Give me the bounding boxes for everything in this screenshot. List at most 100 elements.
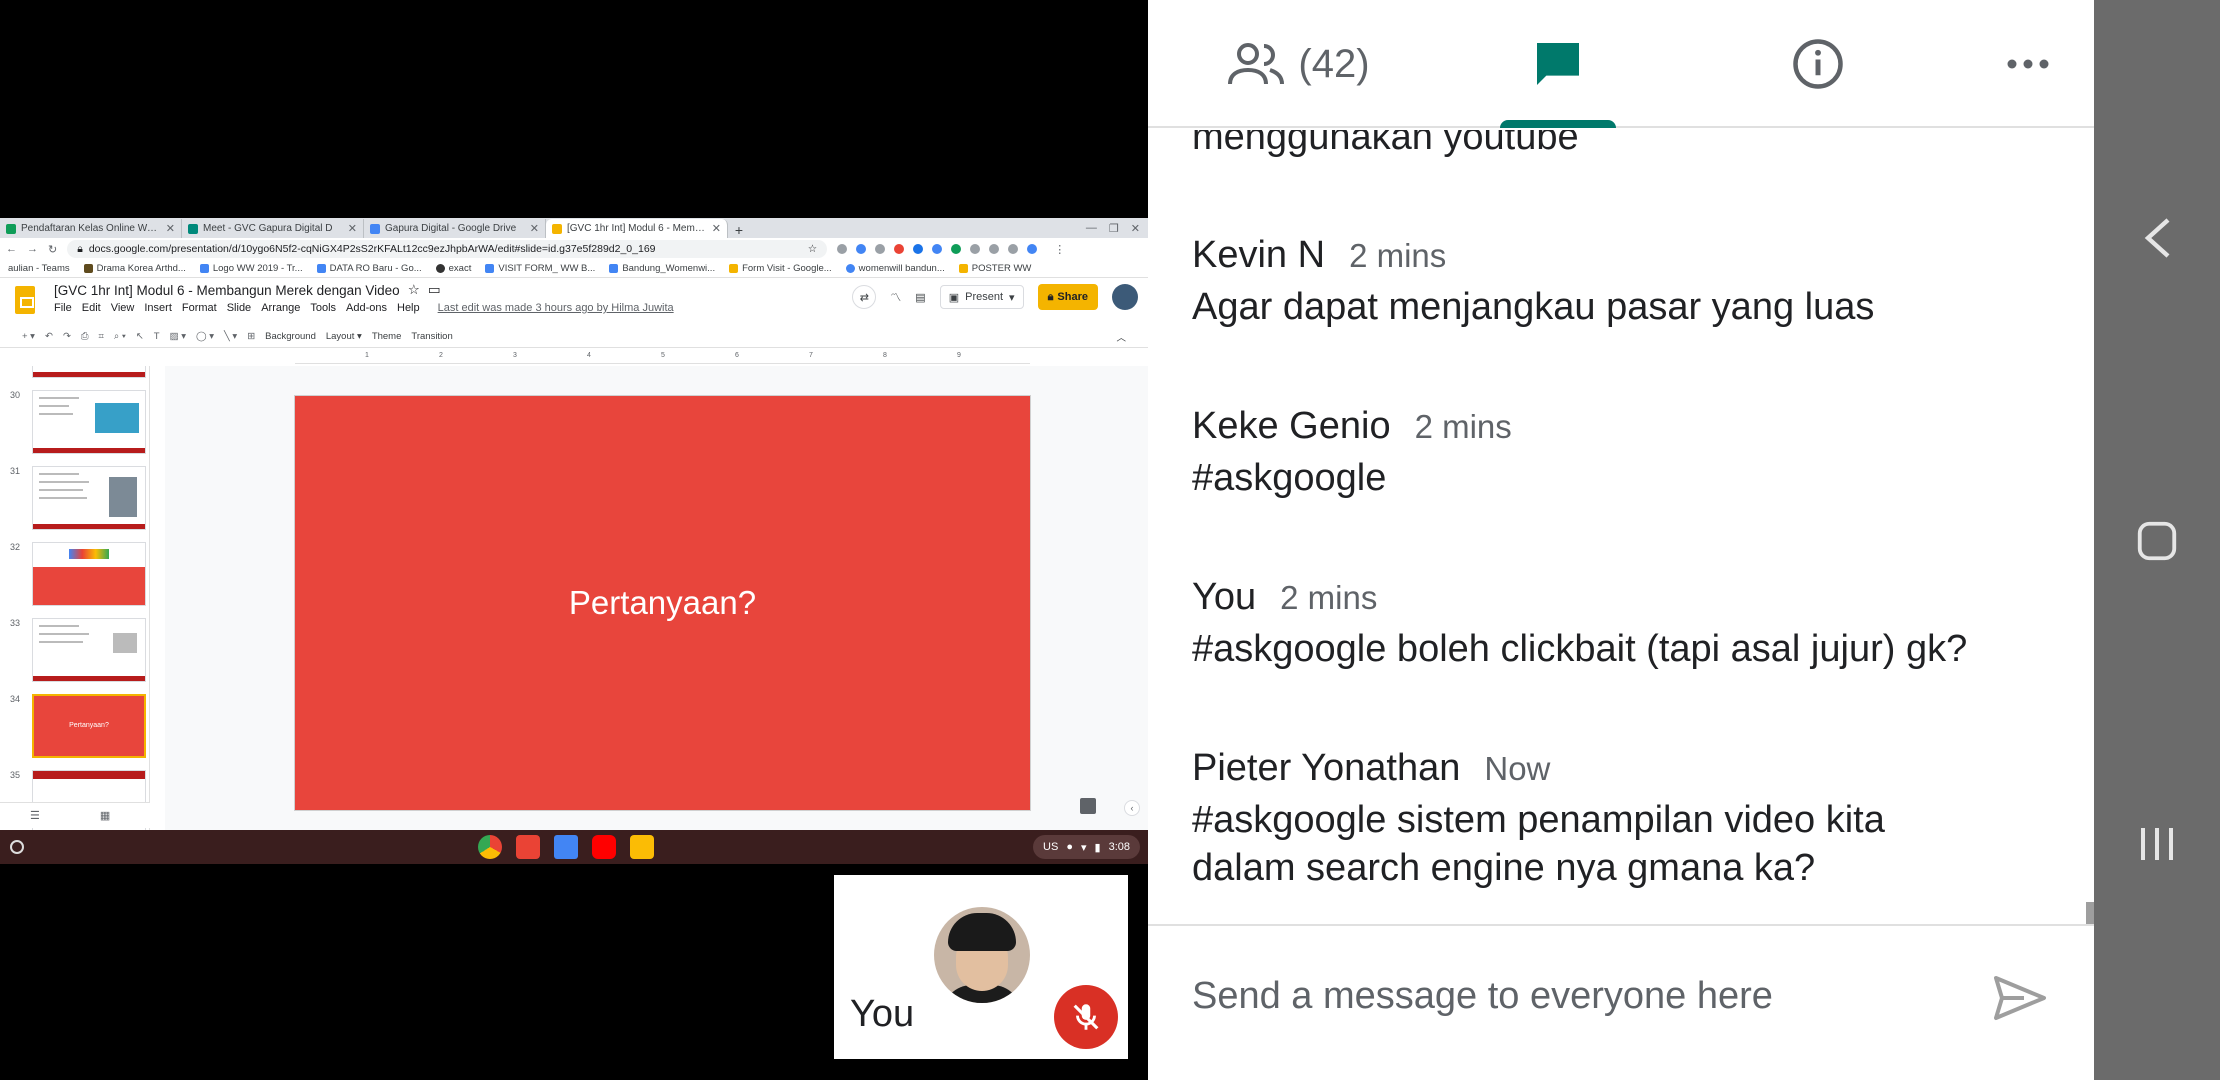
theme-button[interactable]: Theme [372,331,402,342]
slides-logo-icon[interactable] [15,286,35,314]
slide-thumbnail-row[interactable]: 30 [0,390,149,458]
share-button[interactable]: 🔒︎ Share [1037,284,1098,310]
menu-format[interactable]: Format [182,302,217,314]
keep-icon[interactable] [630,835,654,859]
select-icon[interactable]: ↖ [136,331,144,342]
redo-icon[interactable]: ↷ [63,331,71,342]
slide-thumbnail[interactable] [32,390,146,454]
gmail-icon[interactable] [516,835,540,859]
forward-icon[interactable]: → [27,243,38,255]
bookmark[interactable]: VISIT FORM_ WW B... [485,263,595,274]
comment-icon[interactable]: ▤ [915,291,925,304]
tab-people[interactable]: (42) [1208,0,1388,128]
chrome-icon[interactable] [478,835,502,859]
google-icon[interactable] [856,244,867,254]
menu-file[interactable]: File [54,302,72,314]
launcher-icon[interactable] [10,840,24,854]
bookmark[interactable]: aulian - Teams [8,263,70,274]
slide-thumbnail-row[interactable] [0,366,149,382]
textbox-icon[interactable]: T [154,331,160,342]
explore-icon[interactable] [1080,798,1096,814]
slide-thumbnail[interactable] [32,466,146,530]
message-input[interactable] [1192,966,1952,1026]
star-icon[interactable]: ☆ [808,243,817,255]
bookmark[interactable]: Logo WW 2019 - Tr... [199,263,303,274]
image-icon[interactable]: ▨ ▾ [170,331,186,342]
menu-addons[interactable]: Add-ons [346,302,387,314]
account-avatar[interactable] [1112,284,1138,310]
line-icon[interactable]: ╲ ▾ [224,331,237,342]
print-icon[interactable]: ⎙ [81,331,89,342]
browser-tab-active[interactable]: [GVC 1hr Int] Modul 6 - Memban ✕ [546,219,728,238]
bookmark[interactable]: womenwill bandun... [845,263,945,274]
omnibox[interactable]: 🔒︎ docs.google.com/presentation/d/10ygo6… [67,240,828,258]
new-tab-button[interactable]: + [728,222,750,238]
extension-icon[interactable] [932,244,943,254]
extension-icon[interactable] [837,244,848,254]
bookmark[interactable]: DATA RO Baru - Go... [316,263,422,274]
activity-icon[interactable]: 〽 [890,289,901,305]
youtube-icon[interactable] [592,835,616,859]
chevron-down-icon[interactable]: ▾ [1009,291,1015,304]
close-window-icon[interactable]: ✕ [1131,222,1140,235]
slide-thumbnail-selected[interactable]: Pertanyaan? [32,694,146,758]
home-button[interactable] [2127,511,2187,571]
menu-tools[interactable]: Tools [310,302,336,314]
docs-icon[interactable] [554,835,578,859]
bookmark[interactable]: Form Visit - Google... [729,263,832,274]
slide-thumbnail-row[interactable]: 31 [0,466,149,534]
bookmark[interactable]: exact [435,263,471,274]
extension-icon[interactable] [894,244,905,254]
layout-button[interactable]: Layout ▾ [326,331,362,342]
menu-insert[interactable]: Insert [144,302,172,314]
browser-tab[interactable]: Pendaftaran Kelas Online Wome ✕ [0,219,182,238]
close-icon[interactable]: ✕ [712,222,721,235]
bookmark[interactable]: Drama Korea Arthd... [83,263,186,274]
menu-help[interactable]: Help [397,302,420,314]
undo-icon[interactable]: ↶ [45,331,53,342]
shape-icon[interactable]: ◯ ▾ [196,331,214,342]
system-tray[interactable]: US ● ▾ ▮ 3:08 [1033,835,1140,859]
new-slide-icon[interactable]: + ▾ [22,331,35,342]
browser-tab[interactable]: Meet - GVC Gapura Digital D ✕ [182,219,364,238]
slide-thumbnail-row[interactable]: 32 [0,542,149,610]
close-icon[interactable]: ✕ [530,222,539,235]
bookmark[interactable]: POSTER WW [958,263,1031,274]
extension-icon[interactable] [989,244,1000,254]
present-meet-icon[interactable]: ⇄ [852,285,877,309]
extension-icon[interactable] [970,244,981,254]
back-icon[interactable]: ← [6,243,17,255]
doc-title[interactable]: [GVC 1hr Int] Modul 6 - Membangun Merek … [54,283,400,298]
extension-icon[interactable] [1008,244,1019,254]
current-slide[interactable]: Pertanyaan? [295,396,1030,810]
back-button[interactable] [2127,208,2187,268]
paint-format-icon[interactable]: ⌗ [99,331,104,342]
slide-thumbnail[interactable] [32,618,146,682]
transition-button[interactable]: Transition [411,331,452,342]
mic-muted-button[interactable] [1054,985,1118,1049]
recents-button[interactable] [2127,814,2187,874]
collapse-toolbar-icon[interactable]: ︿ [1116,330,1126,344]
folder-icon[interactable]: ▭ [428,282,441,298]
background-button[interactable]: Background [265,331,316,342]
grid-view-icon[interactable]: ▦ [100,809,110,822]
list-view-icon[interactable]: ☰ [30,809,40,822]
more-options-button[interactable] [1988,0,2068,128]
maximize-icon[interactable]: ❐ [1109,222,1119,235]
slide-thumbnail[interactable] [32,366,146,378]
tab-info[interactable] [1778,0,1858,128]
menu-slide[interactable]: Slide [227,302,251,314]
extension-icon[interactable] [1027,244,1038,254]
browser-tab[interactable]: Gapura Digital - Google Drive ✕ [364,219,546,238]
star-icon[interactable]: ☆ [408,282,420,298]
menu-kebab-icon[interactable]: ⋮ [1054,243,1065,256]
bookmark[interactable]: Bandung_Womenwi... [609,263,715,274]
menu-arrange[interactable]: Arrange [261,302,300,314]
minimize-icon[interactable]: — [1086,222,1097,235]
self-video-tile[interactable]: You [834,875,1128,1059]
close-icon[interactable]: ✕ [166,222,175,235]
scrollbar-thumb[interactable] [2086,902,2094,924]
slide-thumbnail-row-selected[interactable]: 34 Pertanyaan? [0,694,149,762]
zoom-icon[interactable]: ⌕ ▾ [114,331,126,342]
send-button[interactable] [1988,966,2052,1030]
